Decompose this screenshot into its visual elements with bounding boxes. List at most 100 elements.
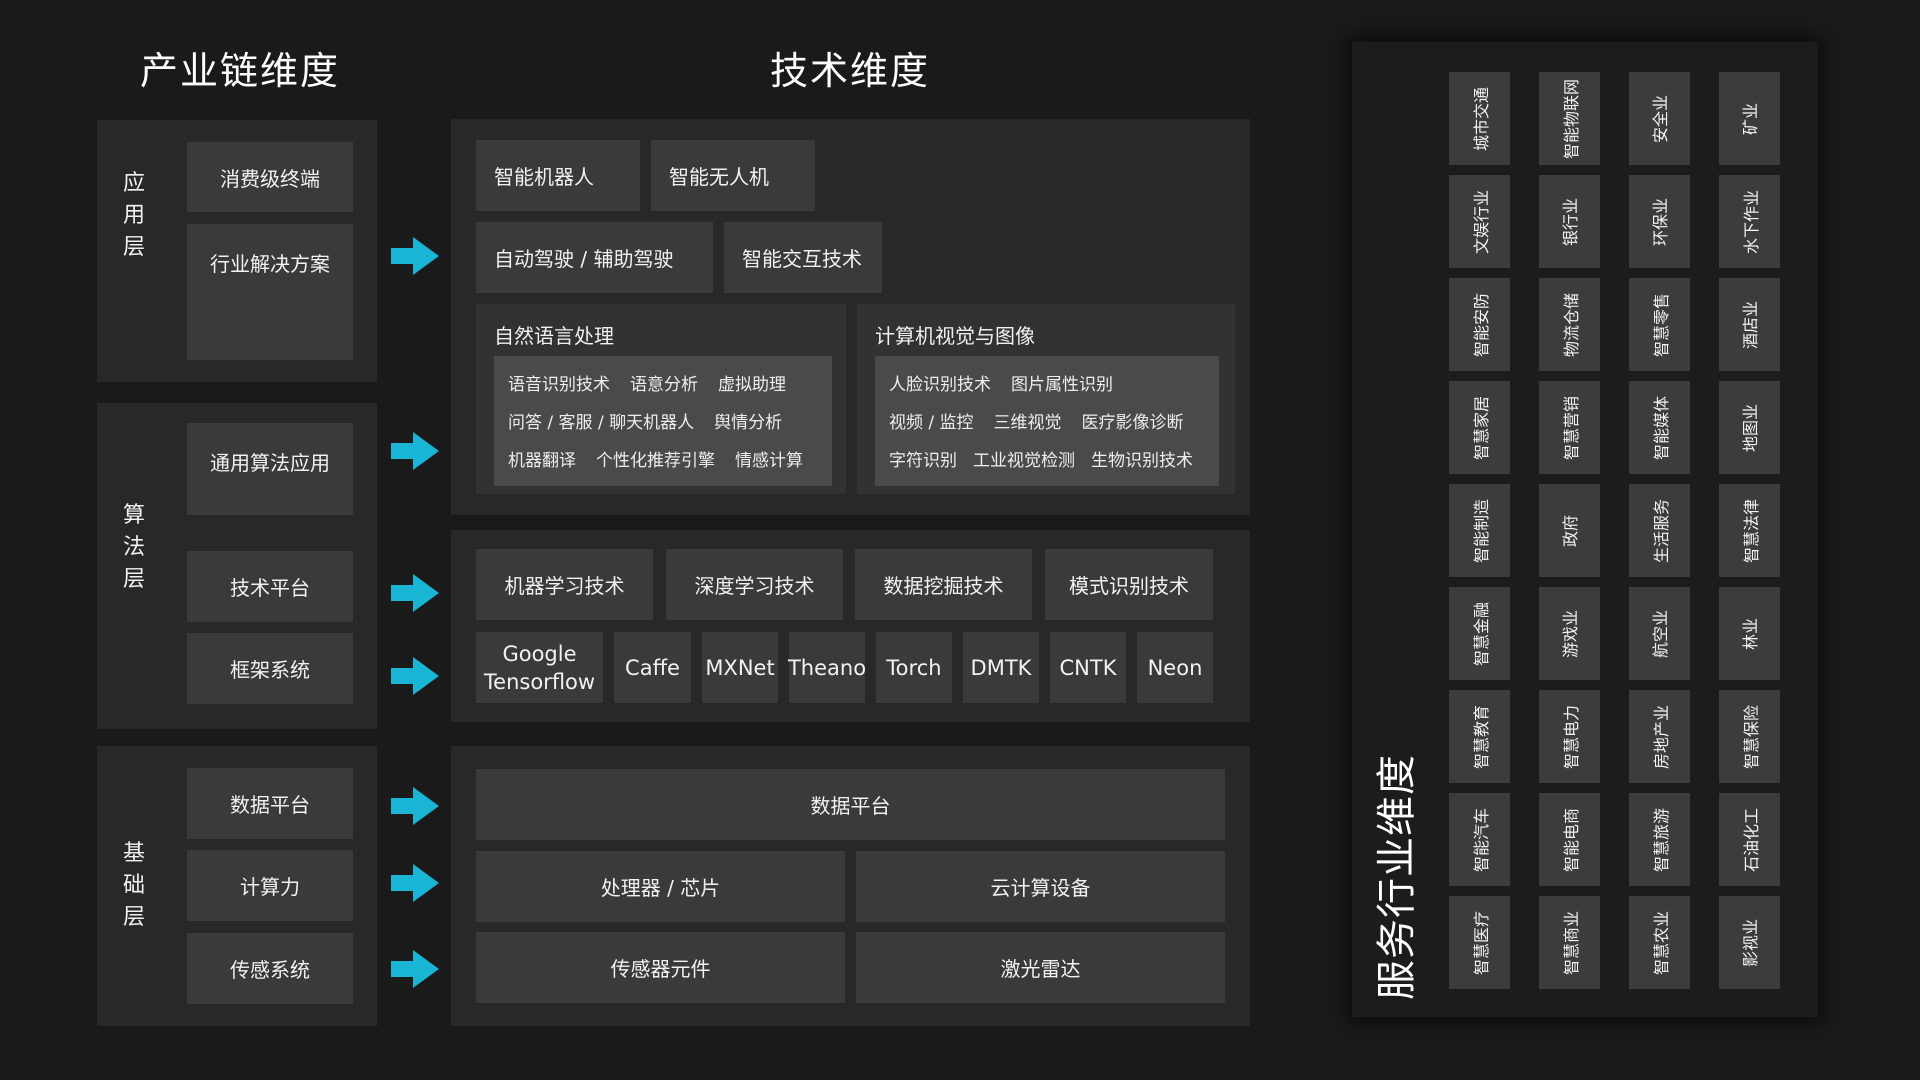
cv-row: 人脸识别技术 图片属性识别 xyxy=(889,370,1113,395)
chain-item-industry-solutions: 行业解决方案 xyxy=(187,224,353,360)
cv-item: 工业视觉检测 xyxy=(973,451,1075,471)
industry-tile: 地图业 xyxy=(1719,381,1780,474)
industry-label: 智能安防 xyxy=(1471,292,1491,357)
layer-label-char: 法 xyxy=(122,535,145,560)
tech-lidar: 激光雷达 xyxy=(856,932,1225,1003)
arrow-right-icon xyxy=(391,237,439,275)
cv-items-box: 人脸识别技术 图片属性识别 视频 / 监控 三维视觉 医疗影像诊断 字符识别 工… xyxy=(875,356,1219,486)
industry-tile: 智慧商业 xyxy=(1539,896,1600,989)
industry-label: 智慧保险 xyxy=(1741,704,1761,769)
chain-item-general-algorithm: 通用算法应用 xyxy=(187,423,353,515)
nlp-item: 情感计算 xyxy=(735,451,803,471)
cv-item: 医疗影像诊断 xyxy=(1081,413,1184,433)
nlp-row: 问答 / 客服 / 聊天机器人 舆情分析 xyxy=(508,408,782,433)
industry-tile: 智能安防 xyxy=(1449,278,1510,371)
industry-label: 智能汽车 xyxy=(1471,807,1491,872)
tech-autonomous-driving: 自动驾驶 / 辅助驾驶 xyxy=(476,222,713,293)
cv-item: 字符识别 xyxy=(889,451,957,471)
framework-tensorflow: Google Tensorflow xyxy=(476,632,603,703)
tech-deep-learning: 深度学习技术 xyxy=(666,549,843,620)
industry-label: 石油化工 xyxy=(1741,807,1761,872)
cv-item: 图片属性识别 xyxy=(1011,375,1113,395)
layer-label-char: 层 xyxy=(122,567,145,592)
layer-label-char: 算 xyxy=(122,503,145,528)
industry-tile: 矿业 xyxy=(1719,72,1780,165)
chain-item-sensing-system: 传感系统 xyxy=(187,933,353,1004)
layer-label-char: 基 xyxy=(122,841,145,866)
nlp-item: 虚拟助理 xyxy=(718,375,786,395)
industry-label: 水下作业 xyxy=(1741,189,1761,254)
industry-tile: 政府 xyxy=(1539,484,1600,577)
industry-tile: 林业 xyxy=(1719,587,1780,680)
framework-torch: Torch xyxy=(876,632,952,703)
industry-label: 生活服务 xyxy=(1651,498,1671,563)
industry-label: 酒店业 xyxy=(1741,300,1761,349)
framework-theano: Theano xyxy=(788,632,866,703)
tech-data-platform: 数据平台 xyxy=(476,769,1225,840)
tech-intelligent-drone: 智能无人机 xyxy=(651,140,815,211)
industry-label: 安全业 xyxy=(1651,94,1671,143)
layer-label-char: 层 xyxy=(122,905,145,930)
industry-chain-title: 产业链维度 xyxy=(140,49,341,93)
cv-panel: 计算机视觉与图像 人脸识别技术 图片属性识别 视频 / 监控 三维视觉 医疗影像… xyxy=(857,304,1235,494)
tech-cloud-computing: 云计算设备 xyxy=(856,851,1225,922)
industry-tile: 智慧教育 xyxy=(1449,690,1510,783)
industry-tile: 智慧保险 xyxy=(1719,690,1780,783)
nlp-row: 机器翻译 个性化推荐引擎 情感计算 xyxy=(508,446,803,471)
chain-item-data-platform: 数据平台 xyxy=(187,768,353,839)
industry-label: 智能制造 xyxy=(1471,498,1491,563)
industry-label: 智慧电力 xyxy=(1561,704,1581,769)
industry-label: 游戏业 xyxy=(1561,609,1581,658)
industry-label: 矿业 xyxy=(1741,102,1761,135)
industry-label: 智慧医疗 xyxy=(1471,910,1491,975)
industry-tile: 智能媒体 xyxy=(1629,381,1690,474)
nlp-row: 语音识别技术 语意分析 虚拟助理 xyxy=(508,370,786,395)
chain-item-computing-power: 计算力 xyxy=(187,850,353,921)
industry-tile: 城市交通 xyxy=(1449,72,1510,165)
arrow-right-icon xyxy=(391,950,439,988)
layer-label-char: 层 xyxy=(122,235,145,260)
nlp-title: 自然语言处理 xyxy=(494,324,614,348)
layer-label-char: 用 xyxy=(122,203,145,228)
industry-tile: 房地产业 xyxy=(1629,690,1690,783)
nlp-item: 机器翻译 xyxy=(508,451,576,471)
nlp-item: 问答 / 客服 / 聊天机器人 xyxy=(508,413,695,433)
industry-label: 林业 xyxy=(1741,617,1761,650)
industry-label: 智能媒体 xyxy=(1651,395,1671,460)
industry-tile: 物流仓储 xyxy=(1539,278,1600,371)
chain-item-framework-system: 框架系统 xyxy=(187,633,353,704)
industry-tile: 智慧医疗 xyxy=(1449,896,1510,989)
industry-label: 房地产业 xyxy=(1651,704,1671,769)
cv-row: 字符识别 工业视觉检测 生物识别技术 xyxy=(889,446,1193,471)
nlp-item: 舆情分析 xyxy=(714,413,783,433)
industry-tile: 智慧金融 xyxy=(1449,587,1510,680)
cv-title: 计算机视觉与图像 xyxy=(875,324,1035,348)
tech-machine-learning: 机器学习技术 xyxy=(476,549,653,620)
industry-label: 文娱行业 xyxy=(1471,189,1491,254)
tech-processor-chip: 处理器 / 芯片 xyxy=(476,851,845,922)
framework-dmtk: DMTK xyxy=(963,632,1039,703)
layer-label-char: 应 xyxy=(122,171,145,196)
industry-label: 智慧营销 xyxy=(1561,395,1581,460)
industry-tile: 文娱行业 xyxy=(1449,175,1510,268)
industry-label: 政府 xyxy=(1561,514,1581,547)
chain-item-tech-platform: 技术平台 xyxy=(187,551,353,622)
framework-caffe: Caffe xyxy=(614,632,691,703)
foundation-layer-label: 基 础 层 xyxy=(119,838,149,934)
chain-item-consumer-terminal: 消费级终端 xyxy=(187,142,353,212)
framework-cntk: CNTK xyxy=(1050,632,1126,703)
industry-tile: 智慧法律 xyxy=(1719,484,1780,577)
nlp-item: 语音识别技术 xyxy=(508,375,610,395)
industry-label: 智慧旅游 xyxy=(1651,807,1671,872)
industry-label: 物流仓储 xyxy=(1561,292,1581,357)
framework-mxnet: MXNet xyxy=(702,632,778,703)
industry-tile: 酒店业 xyxy=(1719,278,1780,371)
arrow-right-icon xyxy=(391,657,439,695)
industry-label: 智能物联网 xyxy=(1561,78,1581,159)
industry-tile: 智慧家居 xyxy=(1449,381,1510,474)
tech-intelligent-robot: 智能机器人 xyxy=(476,140,640,211)
tech-sensor-components: 传感器元件 xyxy=(476,932,845,1003)
tech-data-mining: 数据挖掘技术 xyxy=(855,549,1032,620)
industry-label: 智慧法律 xyxy=(1741,498,1761,563)
industry-label: 智慧零售 xyxy=(1651,292,1671,357)
